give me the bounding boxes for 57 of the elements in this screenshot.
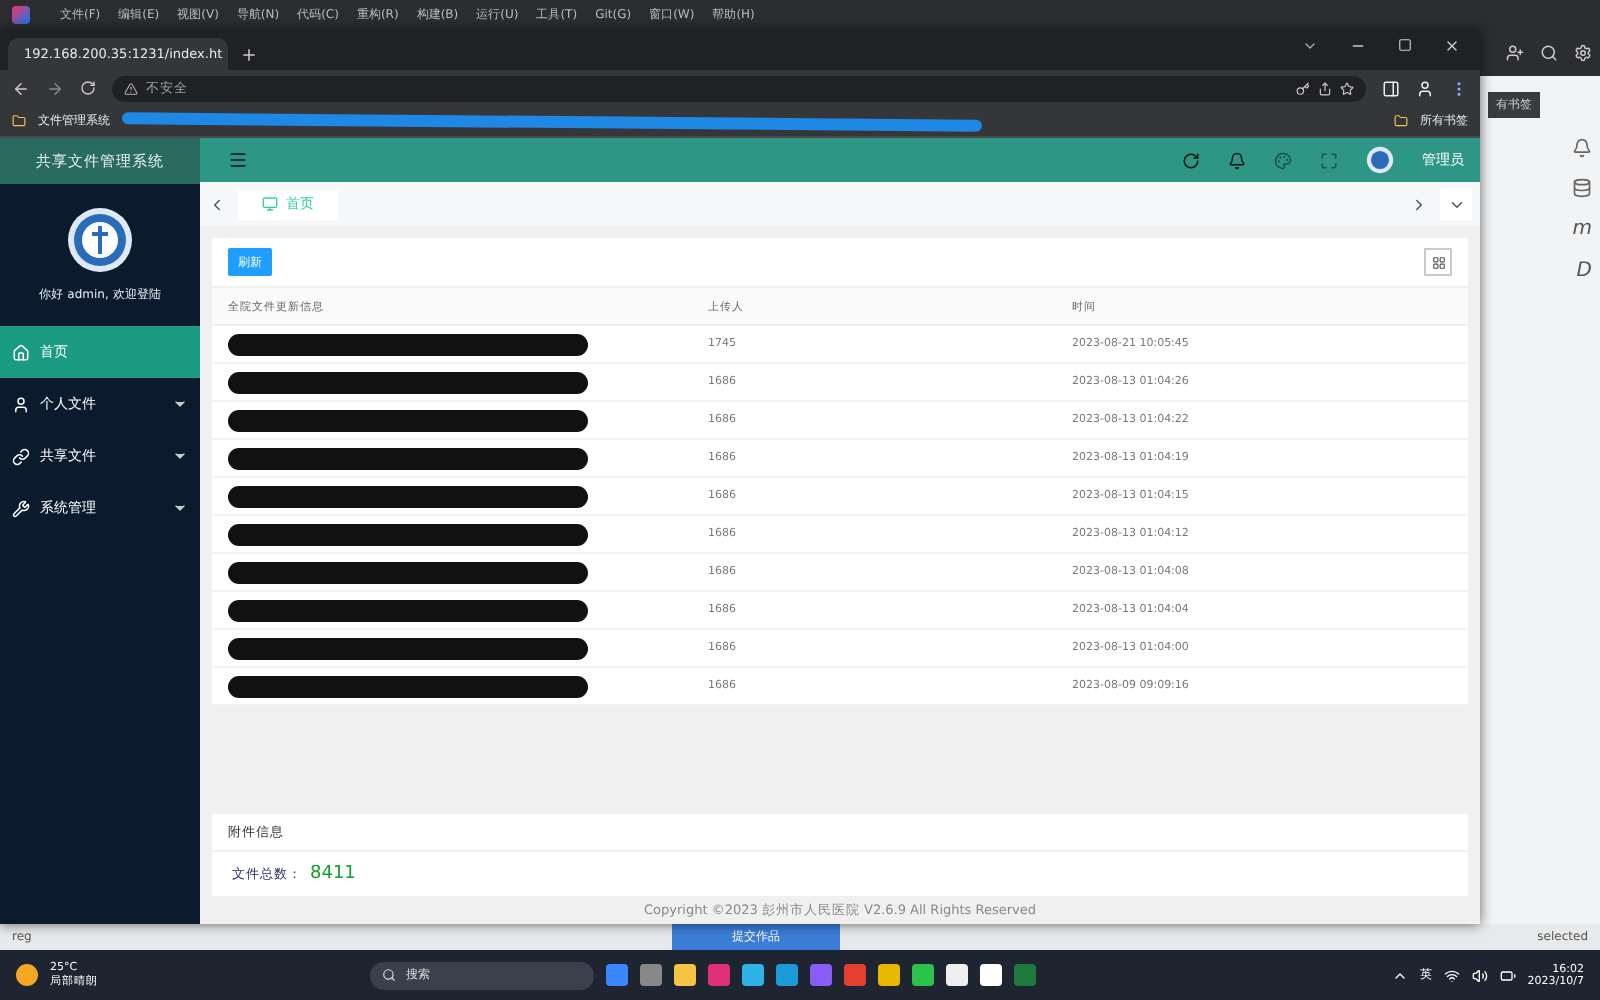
- close-icon[interactable]: [1444, 38, 1460, 54]
- stat-value: 8411: [310, 864, 356, 884]
- home-icon: [12, 343, 30, 361]
- refresh-icon[interactable]: [1182, 151, 1200, 169]
- taskbar-app-icon[interactable]: [640, 964, 662, 986]
- star-icon[interactable]: [1340, 81, 1354, 95]
- taskbar-app-icon[interactable]: [980, 964, 1002, 986]
- menu-icon[interactable]: [228, 150, 248, 170]
- add-user-icon[interactable]: [1506, 44, 1524, 62]
- back-icon[interactable]: [12, 79, 30, 97]
- profile-icon[interactable]: [1416, 79, 1434, 97]
- monitor-icon: [262, 196, 278, 212]
- new-tab-icon[interactable]: [240, 46, 258, 64]
- taskbar-app-icon[interactable]: [946, 964, 968, 986]
- weather-icon: [16, 964, 38, 986]
- taskbar-app-icon[interactable]: [708, 964, 730, 986]
- maximize-icon[interactable]: [1398, 38, 1412, 52]
- share-icon[interactable]: [1318, 81, 1332, 95]
- link-icon: [12, 447, 30, 465]
- taskbar-app-icon[interactable]: [742, 964, 764, 986]
- tool-window-icon[interactable]: m: [1572, 218, 1592, 240]
- user-icon: [12, 395, 30, 413]
- hospital-emblem-icon: [66, 206, 134, 274]
- scroll-left-icon[interactable]: [208, 195, 226, 213]
- folder-icon: [12, 114, 26, 128]
- warning-icon: [124, 81, 138, 95]
- taskbar-app-icon[interactable]: [606, 964, 628, 986]
- wifi-icon[interactable]: [1443, 967, 1460, 983]
- grid-icon: [1431, 255, 1445, 269]
- battery-icon[interactable]: [1499, 967, 1516, 983]
- search-icon: [382, 968, 396, 982]
- tool-window-icon[interactable]: D: [1576, 260, 1592, 282]
- taskbar-app-icon[interactable]: [844, 964, 866, 986]
- search-icon[interactable]: [1540, 44, 1558, 62]
- key-icon[interactable]: [1296, 81, 1310, 95]
- bell-icon[interactable]: [1572, 138, 1592, 158]
- taskbar-app-icon[interactable]: [878, 964, 900, 986]
- reload-icon[interactable]: [80, 80, 96, 96]
- taskbar-app-icon[interactable]: [810, 964, 832, 986]
- avatar-icon[interactable]: [1366, 146, 1394, 174]
- fullscreen-icon[interactable]: [1320, 151, 1338, 169]
- tab-search-icon[interactable]: [1302, 38, 1318, 54]
- volume-icon[interactable]: [1471, 967, 1488, 983]
- bell-icon[interactable]: [1228, 151, 1246, 169]
- column-toggle-button[interactable]: [1424, 248, 1452, 276]
- wrench-icon: [12, 499, 30, 517]
- taskbar-app-icon[interactable]: [912, 964, 934, 986]
- scroll-right-icon[interactable]: [1410, 195, 1428, 213]
- folder-icon: [1394, 114, 1408, 128]
- forward-icon[interactable]: [46, 79, 64, 97]
- side-panel-icon[interactable]: [1382, 79, 1400, 97]
- taskbar-app-icon[interactable]: [674, 964, 696, 986]
- app-logo-icon: [12, 6, 30, 24]
- taskbar-app-icon[interactable]: [776, 964, 798, 986]
- database-icon[interactable]: [1572, 178, 1592, 198]
- palette-icon[interactable]: [1274, 151, 1292, 169]
- settings-icon[interactable]: [1574, 44, 1592, 62]
